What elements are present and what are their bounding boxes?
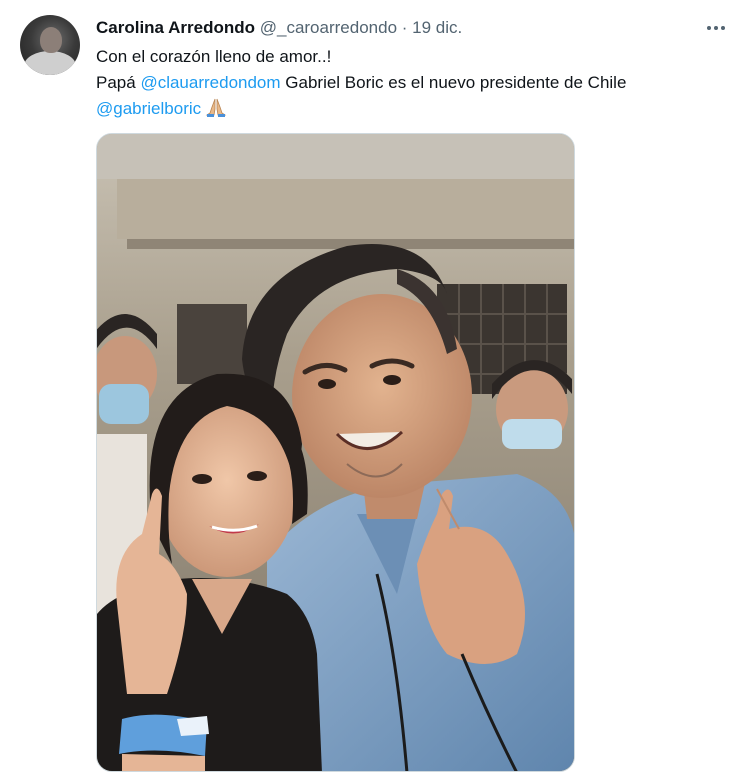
author-handle[interactable]: @_caroarredondo <box>260 18 397 37</box>
tweet-date[interactable]: 19 dic. <box>412 18 462 37</box>
author-name[interactable]: Carolina Arredondo <box>96 18 255 37</box>
mention-clauarredondom[interactable]: @clauarredondom <box>140 73 280 92</box>
separator-dot: · <box>401 18 408 37</box>
text-suffix: Gabriel Boric es el nuevo presidente de … <box>280 73 627 92</box>
avatar-shoulder <box>24 51 76 75</box>
tweet-text-line-3: @gabrielboric <box>96 96 716 122</box>
photo-illustration <box>97 134 574 771</box>
mention-gabrielboric[interactable]: @gabrielboric <box>96 99 201 118</box>
more-dot <box>714 26 718 30</box>
tweet-text-line-2: Papá @clauarredondom Gabriel Boric es el… <box>96 70 716 96</box>
tweet-photo[interactable] <box>96 133 575 772</box>
text-prefix: Papá <box>96 73 141 92</box>
avatar-face <box>40 27 62 53</box>
tweet[interactable]: Carolina Arredondo @_caroarredondo · 19 … <box>0 0 744 782</box>
tweet-text-line-1: Con el corazón lleno de amor..! <box>96 47 332 66</box>
avatar[interactable] <box>20 15 80 75</box>
folded-hands-emoji-icon <box>205 97 227 117</box>
more-dot <box>707 26 711 30</box>
tweet-text: Con el corazón lleno de amor..! Papá @cl… <box>96 44 716 122</box>
more-options-icon[interactable] <box>704 17 728 39</box>
more-dot <box>721 26 725 30</box>
tweet-header: Carolina Arredondo @_caroarredondo · 19 … <box>96 17 462 39</box>
